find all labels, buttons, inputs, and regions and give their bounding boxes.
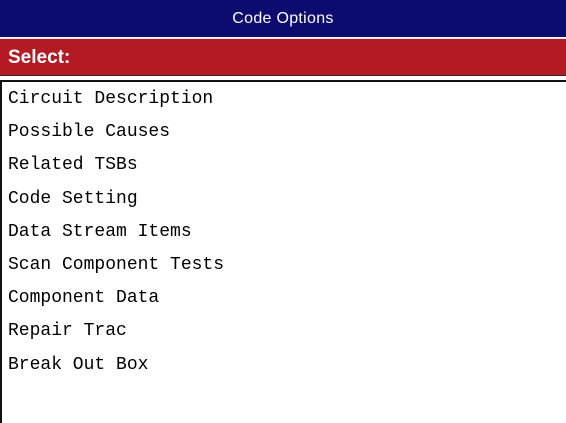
select-header-bar: Select: [0, 38, 566, 76]
code-options-window: Code Options Select: Circuit Description… [0, 0, 566, 423]
code-options-list: Circuit Description Possible Causes Rela… [0, 80, 566, 423]
list-item-possible-causes[interactable]: Possible Causes [2, 116, 566, 149]
select-header-label: Select: [8, 47, 71, 68]
window-title-bar: Code Options [0, 0, 566, 37]
list-item-break-out-box[interactable]: Break Out Box [2, 349, 566, 382]
list-item-repair-trac[interactable]: Repair Trac [2, 315, 566, 348]
list-item-scan-component-tests[interactable]: Scan Component Tests [2, 249, 566, 282]
list-item-code-setting[interactable]: Code Setting [2, 183, 566, 216]
list-item-component-data[interactable]: Component Data [2, 282, 566, 315]
list-item-circuit-description[interactable]: Circuit Description [2, 83, 566, 116]
list-item-data-stream-items[interactable]: Data Stream Items [2, 216, 566, 249]
window-title: Code Options [232, 10, 334, 27]
list-item-related-tsbs[interactable]: Related TSBs [2, 149, 566, 182]
